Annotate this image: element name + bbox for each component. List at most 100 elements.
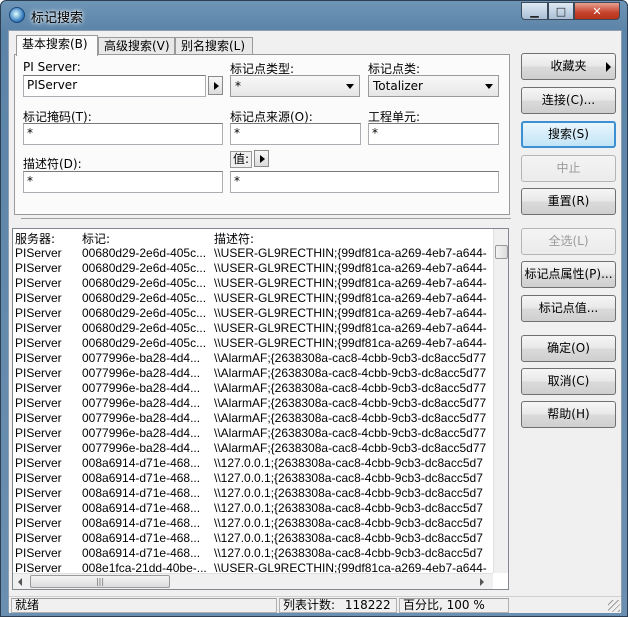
point-attributes-button[interactable]: 标记点属性(P)... <box>521 261 616 288</box>
table-row[interactable]: PIServer 008a6914-d71e-468... \\127.0.0.1;… <box>13 516 493 531</box>
table-row[interactable]: PIServer 008a6914-d71e-468... \\127.0.0.1;… <box>13 531 493 546</box>
table-row[interactable]: PIServer 00680d29-2e6d-405c... \\USER-GL9R… <box>13 246 493 261</box>
arrow-right-icon <box>260 155 265 163</box>
scroll-right-icon[interactable] <box>480 578 484 586</box>
cell-tag: 00680d29-2e6d-405c... <box>82 261 207 275</box>
cell-server: PIServer <box>15 441 62 455</box>
pi-server-field[interactable]: PIServer <box>23 75 206 97</box>
vertical-scroll-thumb[interactable] <box>495 245 508 259</box>
vertical-scrollbar[interactable] <box>493 229 508 573</box>
descriptor-input[interactable]: * <box>23 171 223 193</box>
table-row[interactable]: PIServer 008a6914-d71e-468... \\127.0.0.1;… <box>13 456 493 471</box>
table-row[interactable]: PIServer 00680d29-2e6d-405c... \\USER-GL9R… <box>13 276 493 291</box>
search-button[interactable]: 搜索(S) <box>521 121 616 148</box>
table-row[interactable]: PIServer 0077996e-ba28-4d4... \\AlarmAF;{2… <box>13 426 493 441</box>
value-operator-button[interactable] <box>254 150 269 167</box>
cell-descriptor: \\AlarmAF;{2638308a-cac8-4cbb-9cb3-dc8ac… <box>214 366 487 380</box>
value-input[interactable]: * <box>230 171 499 193</box>
results-list[interactable]: 服务器: 标记: 描述符: PIServer 00680d29-2e6d-405c… <box>12 228 509 590</box>
close-button[interactable]: ✕ <box>574 2 620 20</box>
horizontal-scroll-thumb[interactable]: ||| <box>30 575 170 588</box>
cell-descriptor: \\USER-GL9RECTHIN;{99df81ca-a269-4eb7-a6… <box>214 276 487 290</box>
cell-server: PIServer <box>15 366 62 380</box>
cell-server: PIServer <box>15 306 62 320</box>
table-row[interactable]: PIServer 0077996e-ba28-4d4... \\AlarmAF;{2… <box>13 366 493 381</box>
cell-descriptor: \\USER-GL9RECTHIN;{99df81ca-a269-4eb7-a6… <box>214 291 487 305</box>
table-row[interactable]: PIServer 00680d29-2e6d-405c... \\USER-GL9R… <box>13 291 493 306</box>
cell-descriptor: \\127.0.0.1;{2638308a-cac8-4cbb-9cb3-dc8… <box>214 486 483 500</box>
table-row[interactable]: PIServer 0077996e-ba28-4d4... \\AlarmAF;{2… <box>13 411 493 426</box>
status-bar: 就绪 列表计数: 118222 百分比, 100 % <box>9 596 621 613</box>
cell-tag: 0077996e-ba28-4d4... <box>82 426 201 440</box>
maximize-button[interactable]: □ <box>548 2 574 20</box>
cell-descriptor: \\127.0.0.1;{2638308a-cac8-4cbb-9cb3-dc8… <box>214 546 483 560</box>
table-row[interactable]: PIServer 0077996e-ba28-4d4... \\AlarmAF;{2… <box>13 381 493 396</box>
ok-button[interactable]: 确定(O) <box>521 335 616 362</box>
cell-server: PIServer <box>15 276 62 290</box>
cell-tag: 008a6914-d71e-468... <box>82 531 201 545</box>
table-row[interactable]: PIServer 0077996e-ba28-4d4... \\AlarmAF;{2… <box>13 396 493 411</box>
column-header-tag[interactable]: 标记: <box>82 230 110 247</box>
table-row[interactable]: PIServer 0077996e-ba28-4d4... \\AlarmAF;{2… <box>13 351 493 366</box>
table-row[interactable]: PIServer 00680d29-2e6d-405c... \\USER-GL9R… <box>13 336 493 351</box>
cell-server: PIServer <box>15 456 62 470</box>
cell-descriptor: \\USER-GL9RECTHIN;{99df81ca-a269-4eb7-a6… <box>214 261 487 275</box>
cell-tag: 0077996e-ba28-4d4... <box>82 441 201 455</box>
cell-tag: 008a6914-d71e-468... <box>82 501 201 515</box>
table-row[interactable]: PIServer 008a6914-d71e-468... \\127.0.0.1;… <box>13 486 493 501</box>
arrow-right-icon <box>606 62 611 72</box>
cell-tag: 008a6914-d71e-468... <box>82 486 201 500</box>
resize-grip[interactable] <box>608 600 620 612</box>
cell-descriptor: \\AlarmAF;{2638308a-cac8-4cbb-9cb3-dc8ac… <box>214 426 487 440</box>
table-row[interactable]: PIServer 008a6914-d71e-468... \\127.0.0.1;… <box>13 471 493 486</box>
point-type-dropdown[interactable]: * <box>230 75 360 97</box>
tab-advanced-search[interactable]: 高级搜索(V) <box>98 37 175 55</box>
chevron-down-icon <box>346 84 354 89</box>
table-row[interactable]: PIServer 008a6914-d71e-468... \\127.0.0.1;… <box>13 501 493 516</box>
cell-server: PIServer <box>15 501 62 515</box>
column-header-server[interactable]: 服务器: <box>15 230 55 247</box>
point-class-dropdown[interactable]: Totalizer <box>368 75 499 97</box>
cell-tag: 0077996e-ba28-4d4... <box>82 366 201 380</box>
table-row[interactable]: PIServer 00680d29-2e6d-405c... \\USER-GL9R… <box>13 306 493 321</box>
cell-server: PIServer <box>15 471 62 485</box>
reset-button[interactable]: 重置(R) <box>521 188 616 215</box>
connect-button[interactable]: 连接(C)... <box>521 87 616 114</box>
cell-server: PIServer <box>15 261 62 275</box>
tab-basic-search[interactable]: 基本搜索(B) <box>16 35 98 56</box>
pi-server-browse-button[interactable] <box>208 76 223 95</box>
eng-units-input[interactable]: * <box>368 123 499 145</box>
favorites-button[interactable]: 收藏夹 <box>521 53 616 80</box>
point-type-value: * <box>235 79 241 93</box>
table-row[interactable]: PIServer 008a6914-d71e-468... \\127.0.0.1;… <box>13 546 493 561</box>
cell-server: PIServer <box>15 381 62 395</box>
cancel-button[interactable]: 取消(C) <box>521 368 616 395</box>
cell-tag: 0077996e-ba28-4d4... <box>82 396 201 410</box>
cell-server: PIServer <box>15 546 62 560</box>
scroll-left-icon[interactable] <box>18 578 22 586</box>
cell-descriptor: \\AlarmAF;{2638308a-cac8-4cbb-9cb3-dc8ac… <box>214 396 487 410</box>
cell-server: PIServer <box>15 321 62 335</box>
cell-server: PIServer <box>15 426 62 440</box>
stop-button[interactable]: 中止 <box>521 155 616 182</box>
point-values-button[interactable]: 标记点值... <box>521 295 616 322</box>
cell-server: PIServer <box>15 486 62 500</box>
tag-mask-input[interactable]: * <box>23 123 223 145</box>
column-header-descriptor[interactable]: 描述符: <box>214 230 254 247</box>
minimize-button[interactable]: ▁ <box>521 2 548 20</box>
cell-server: PIServer <box>15 291 62 305</box>
status-count-label: 列表计数: <box>283 598 336 612</box>
point-source-input[interactable]: * <box>230 123 361 145</box>
cell-tag: 00680d29-2e6d-405c... <box>82 336 207 350</box>
tab-alias-search[interactable]: 别名搜索(L) <box>175 37 253 55</box>
pi-server-label: PI Server: <box>23 60 81 74</box>
table-row[interactable]: PIServer 0077996e-ba28-4d4... \\AlarmAF;{2… <box>13 441 493 456</box>
help-button[interactable]: 帮助(H) <box>521 401 616 428</box>
table-row[interactable]: PIServer 00680d29-2e6d-405c... \\USER-GL9R… <box>13 321 493 336</box>
cell-descriptor: \\127.0.0.1;{2638308a-cac8-4cbb-9cb3-dc8… <box>214 471 483 485</box>
select-all-button[interactable]: 全选(L) <box>521 228 616 255</box>
title-bar[interactable]: 标记搜索 ▁ □ ✕ <box>1 1 627 29</box>
horizontal-scrollbar[interactable]: ||| <box>13 573 493 589</box>
arrow-right-icon <box>214 82 219 90</box>
table-row[interactable]: PIServer 00680d29-2e6d-405c... \\USER-GL9R… <box>13 261 493 276</box>
